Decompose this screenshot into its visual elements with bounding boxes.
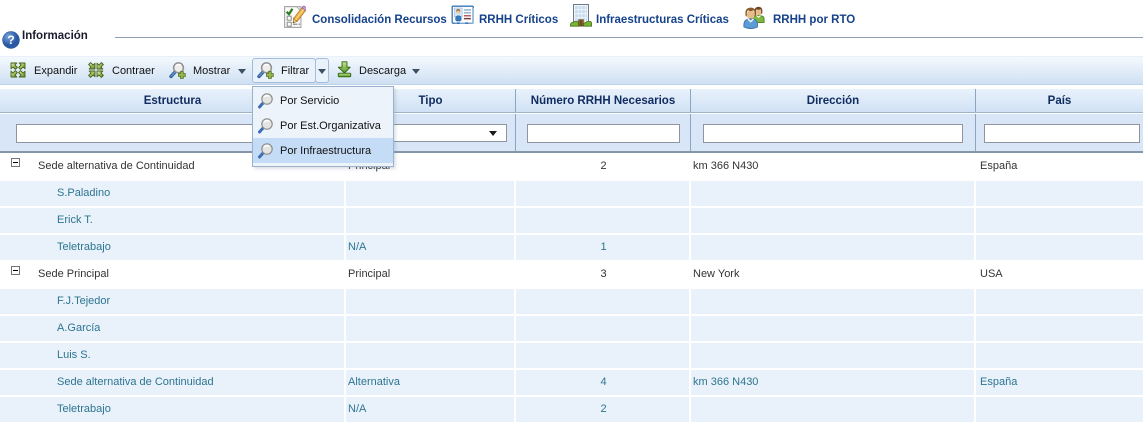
svg-text:?: ? <box>7 33 14 47</box>
